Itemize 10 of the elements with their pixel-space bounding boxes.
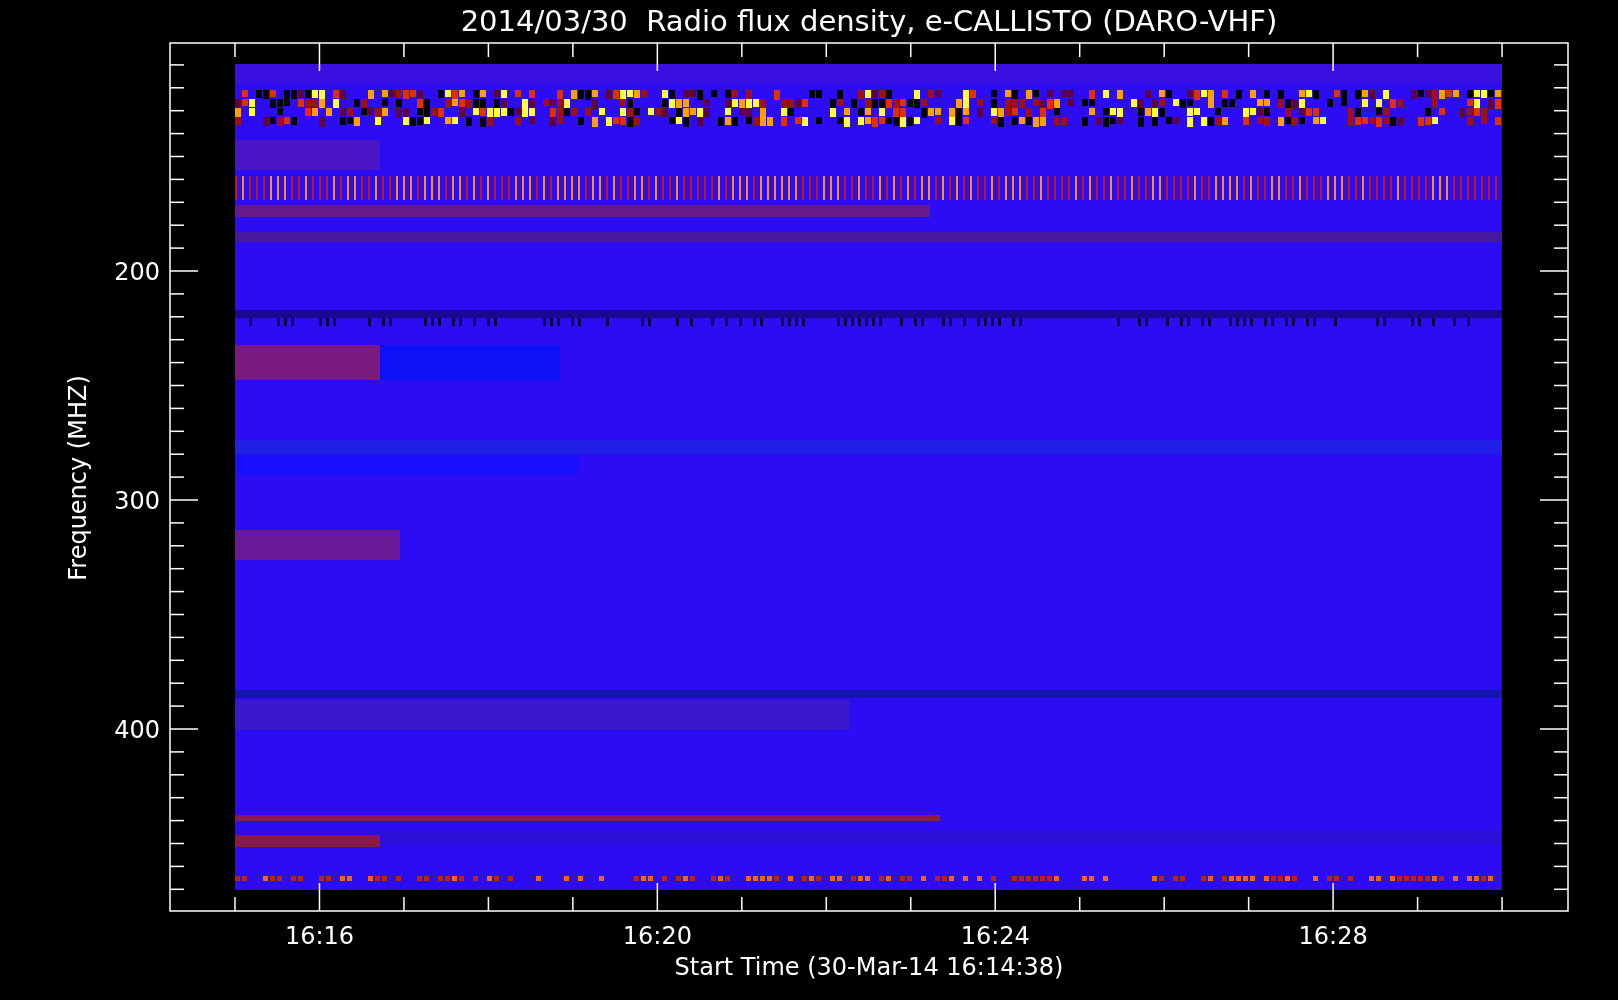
- axis-label: Start Time (30-Mar-14 16:14:38): [674, 953, 1064, 981]
- tick-label: 16:16: [284, 922, 355, 950]
- tick-label: 300: [114, 487, 160, 515]
- tick-label: 200: [114, 258, 160, 286]
- tick-label: 16:24: [960, 922, 1030, 950]
- tick-label: 16:20: [622, 922, 692, 950]
- tick-label: 16:28: [1298, 922, 1368, 950]
- tick-label: 400: [114, 716, 160, 744]
- plot-title: 2014/03/30 Radio flux density, e-CALLISTO (DARO-VHF): [460, 4, 1278, 38]
- axis-label: Frequency (MHZ): [64, 375, 92, 581]
